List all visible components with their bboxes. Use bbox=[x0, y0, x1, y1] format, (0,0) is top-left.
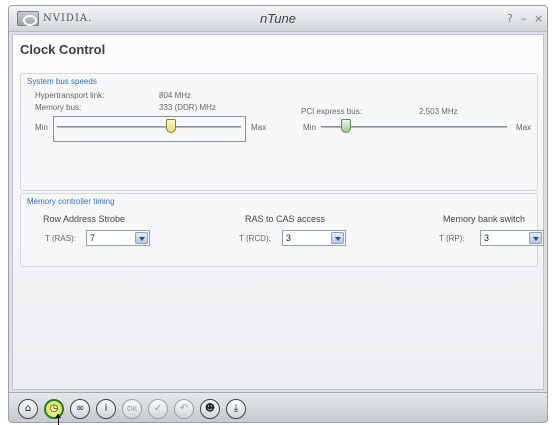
page-title: Clock Control bbox=[20, 42, 106, 57]
memory-slider-min-label: Min bbox=[35, 123, 48, 132]
ntune-window: NVIDIA. nTune ? – × Clock Control System… bbox=[8, 5, 548, 423]
ras-heading: Row Address Strobe bbox=[43, 214, 126, 224]
pci-express-value: 2,503 MHz bbox=[419, 107, 458, 116]
pci-slider-min-label: Min bbox=[303, 123, 316, 132]
memory-slider-max-label: Max bbox=[251, 123, 267, 132]
memory-timing-title: Memory controller timing bbox=[27, 197, 115, 206]
check-icon[interactable]: ✓ bbox=[148, 399, 168, 419]
help-button[interactable]: ? bbox=[507, 12, 513, 25]
chevron-down-icon[interactable] bbox=[135, 232, 148, 244]
memory-slider-thumb[interactable] bbox=[166, 119, 177, 133]
link-icon[interactable]: ∞ bbox=[70, 399, 90, 419]
pci-slider-max-label: Max bbox=[516, 123, 532, 132]
ok-icon[interactable]: OK bbox=[122, 399, 142, 419]
rcd-select[interactable]: 3 bbox=[282, 230, 346, 246]
rp-heading: Memory bank switch bbox=[443, 214, 526, 224]
rcd-heading: RAS to CAS access bbox=[245, 214, 326, 224]
hypertransport-value: 804 MHz bbox=[159, 91, 192, 100]
rcd-value: 3 bbox=[286, 233, 292, 243]
chevron-down-icon[interactable] bbox=[331, 232, 344, 244]
rp-value: 3 bbox=[484, 233, 490, 243]
rp-select[interactable]: 3 bbox=[480, 230, 544, 246]
memory-slider-frame bbox=[53, 116, 246, 142]
ras-label: T (RAS): bbox=[45, 234, 76, 243]
title-bar: NVIDIA. nTune ? – × bbox=[9, 6, 547, 32]
ras-select[interactable]: 7 bbox=[86, 230, 150, 246]
memory-bus-value: 333 (DDR) MHz bbox=[159, 103, 216, 112]
system-bus-title: System bus speeds bbox=[27, 77, 97, 86]
hypertransport-label: Hypertransport link: bbox=[35, 91, 105, 100]
close-button[interactable]: × bbox=[534, 12, 543, 25]
undo-icon[interactable]: ↶ bbox=[174, 399, 194, 419]
download-icon[interactable]: ⤓ bbox=[226, 399, 246, 419]
minimize-button[interactable]: – bbox=[521, 12, 527, 25]
system-bus-group: System bus speeds Hypertransport link: 8… bbox=[20, 73, 538, 191]
memory-slider-track[interactable] bbox=[57, 126, 241, 128]
profile-icon[interactable]: ☻ bbox=[200, 399, 220, 419]
rcd-label: T (RCD): bbox=[239, 234, 271, 243]
home-icon[interactable]: ⌂ bbox=[18, 399, 38, 419]
info-icon[interactable]: i bbox=[96, 399, 116, 419]
clock-control-icon[interactable]: ◷ bbox=[44, 399, 64, 419]
rp-label: T (RP): bbox=[439, 234, 465, 243]
pci-slider-thumb[interactable] bbox=[341, 119, 351, 133]
chevron-down-icon[interactable] bbox=[529, 232, 542, 244]
memory-bus-label: Memory bus: bbox=[35, 103, 82, 112]
mouse-pointer-icon bbox=[55, 414, 61, 425]
memory-timing-group: Memory controller timing Row Address Str… bbox=[20, 193, 544, 267]
pci-express-label: PCI express bus: bbox=[301, 107, 362, 116]
main-panel: Clock Control System bus speeds Hypertra… bbox=[12, 34, 544, 390]
bottom-toolbar: ⌂ ◷ ∞ i OK ✓ ↶ ☻ ⤓ bbox=[9, 392, 547, 422]
ras-value: 7 bbox=[90, 233, 96, 243]
window-title: nTune bbox=[260, 11, 296, 26]
